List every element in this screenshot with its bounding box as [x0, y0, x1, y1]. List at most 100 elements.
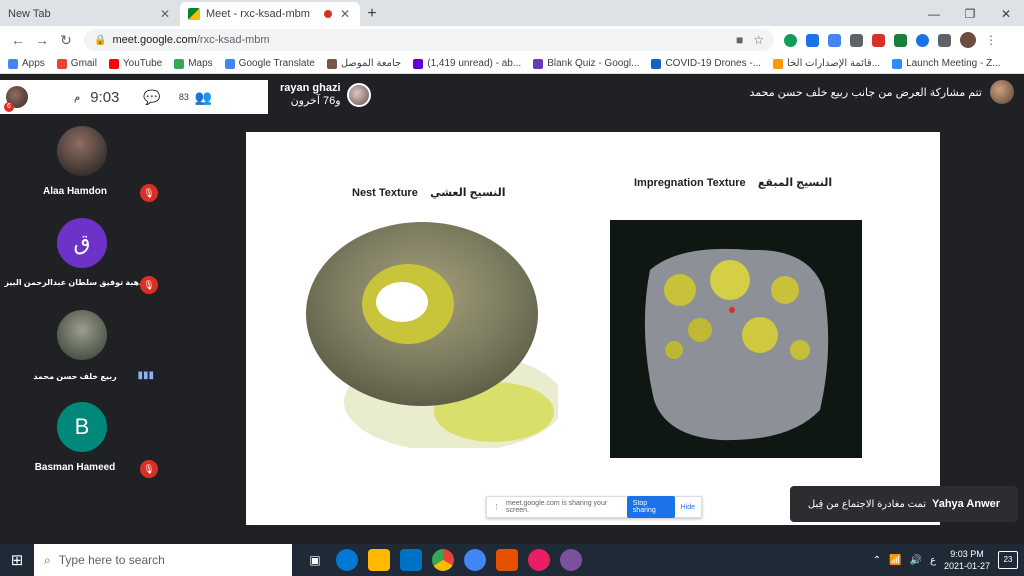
- notification-badge: 6: [4, 102, 14, 112]
- bookmark-label: قائمة الإصدارات الخا...: [787, 58, 881, 69]
- bookmark-item[interactable]: Google Translate: [224, 58, 315, 69]
- bookmark-icon: [892, 58, 903, 69]
- stop-sharing-button[interactable]: Stop sharing: [626, 496, 675, 518]
- extension-icon[interactable]: [916, 33, 929, 47]
- task-view-icon[interactable]: ▣: [304, 549, 326, 571]
- taskbar-search[interactable]: ⌕ Type here to search: [34, 544, 292, 576]
- avatar: [57, 310, 107, 360]
- hide-button[interactable]: Hide: [681, 504, 695, 511]
- presenting-banner: تتم مشاركة العرض من جانب ربيع خلف حسن مح…: [749, 80, 1014, 104]
- bookmark-label: Google Translate: [238, 58, 315, 69]
- new-tab-button[interactable]: +: [360, 2, 384, 26]
- extension-icon[interactable]: [806, 33, 819, 47]
- clock-date: 2021-01-27: [943, 561, 990, 571]
- windows-start-icon[interactable]: ⊞: [0, 551, 34, 569]
- chat-icon[interactable]: 💬: [143, 89, 160, 106]
- restore-icon[interactable]: ❐: [952, 7, 988, 21]
- app-icon[interactable]: [496, 549, 518, 571]
- notifications-icon[interactable]: 23: [998, 551, 1018, 569]
- browser-toolbar: ← → ↻ 🔒 meet.google.com/rxc-ksad-mbm ■ ☆…: [0, 26, 1024, 54]
- reload-icon[interactable]: ↻: [54, 32, 78, 49]
- bookmark-label: Gmail: [70, 58, 97, 69]
- chevron-up-icon[interactable]: ⌃: [873, 555, 881, 566]
- close-icon[interactable]: ✕: [338, 7, 352, 21]
- url-host: meet.google.com: [112, 34, 197, 46]
- bookmark-icon: [108, 58, 119, 69]
- mail-icon[interactable]: [400, 549, 422, 571]
- bookmark-item[interactable]: COVID-19 Drones -...: [651, 58, 761, 69]
- screen-share-bar: ⋮ meet.google.com is sharing your screen…: [486, 496, 702, 518]
- forward-icon[interactable]: →: [30, 32, 54, 48]
- camera-icon[interactable]: ■: [736, 33, 743, 47]
- toast-name: Yahya Anwer: [931, 498, 1001, 510]
- close-window-icon[interactable]: ✕: [988, 7, 1024, 21]
- participant-tile[interactable]: ق هبة توفيق سلطان عبدالرحمن البيز... 🎙: [0, 218, 164, 294]
- minimize-icon[interactable]: —: [916, 7, 952, 21]
- bookmark-label: Maps: [188, 58, 213, 69]
- search-icon: ⌕: [44, 552, 51, 567]
- extension-icon[interactable]: [850, 33, 863, 47]
- bookmark-item[interactable]: قائمة الإصدارات الخا...: [773, 58, 880, 69]
- address-bar[interactable]: 🔒 meet.google.com/rxc-ksad-mbm ■ ☆: [84, 29, 774, 51]
- meet-stage: تتم مشاركة العرض من جانب ربيع خلف حسن مح…: [0, 74, 1024, 544]
- docs-icon[interactable]: [828, 33, 841, 47]
- participant-name: Alaa Hamdon: [43, 186, 107, 197]
- people-count: 83: [178, 92, 189, 102]
- caption-english: Nest Texture: [352, 187, 418, 199]
- taskbar-clock[interactable]: 9:03 PM 2021-01-27: [944, 548, 990, 572]
- bookmark-icon: [8, 58, 18, 69]
- bookmark-item[interactable]: YouTube: [108, 58, 162, 69]
- close-icon[interactable]: ✕: [158, 7, 172, 21]
- app-icon[interactable]: [528, 549, 550, 571]
- lock-icon[interactable]: 🔒: [94, 35, 106, 46]
- language-indicator[interactable]: ع: [930, 555, 936, 566]
- tab-new-tab[interactable]: New Tab ✕: [0, 2, 180, 26]
- avatar[interactable]: 6: [4, 86, 28, 112]
- bookmarks-bar: Apps Gmail YouTube Maps Google Translate جامع…: [0, 54, 1024, 74]
- participant-tile[interactable]: Alaa Hamdon 🎙: [0, 126, 164, 202]
- profile-avatar[interactable]: [960, 32, 976, 48]
- star-icon[interactable]: ☆: [753, 33, 764, 47]
- menu-icon[interactable]: ⋮: [985, 33, 997, 47]
- volume-icon[interactable]: 🔊: [910, 555, 922, 566]
- meet-favicon-icon: [188, 8, 200, 20]
- tab-title: Meet - rxc-ksad-mbm: [206, 8, 310, 20]
- edge-icon[interactable]: [336, 549, 358, 571]
- avatar: B: [57, 402, 107, 452]
- store-icon[interactable]: [368, 549, 390, 571]
- bookmark-item[interactable]: جامعة الموصل: [326, 58, 401, 69]
- chrome-icon[interactable]: [432, 549, 454, 571]
- bookmark-item[interactable]: Launch Meeting - Z...: [892, 58, 1001, 69]
- url-path: /rxc-ksad-mbm: [196, 34, 270, 46]
- chrome-icon[interactable]: [464, 549, 486, 571]
- extension-icon[interactable]: [872, 33, 885, 47]
- participant-tile[interactable]: ربيع خلف حسن محمد ▮▮▮: [0, 310, 164, 381]
- network-icon[interactable]: 📶: [889, 555, 901, 566]
- bookmark-label: Apps: [22, 58, 45, 69]
- people-icon[interactable]: 👥: [195, 89, 212, 106]
- shared-slide: Nest Texture النسيج العشي Impregnation T…: [246, 132, 940, 525]
- puzzle-icon[interactable]: [938, 33, 951, 47]
- share-status-text: meet.google.com is sharing your screen.: [506, 500, 608, 514]
- presenter-avatar: [990, 80, 1014, 104]
- bookmark-item[interactable]: Blank Quiz - Googl...: [533, 58, 639, 69]
- bookmark-item[interactable]: Gmail: [56, 58, 97, 69]
- bookmark-item[interactable]: Apps: [8, 58, 45, 69]
- drag-handle-icon[interactable]: ⋮: [493, 503, 500, 511]
- bookmark-icon: [651, 58, 662, 69]
- mic-off-icon: 🎙: [140, 184, 158, 202]
- tab-meet[interactable]: Meet - rxc-ksad-mbm ✕: [180, 2, 360, 26]
- viber-icon[interactable]: [560, 549, 582, 571]
- grammarly-icon[interactable]: [784, 33, 797, 47]
- caption-arabic: النسيج العشي: [430, 187, 506, 199]
- tab-strip: New Tab ✕ Meet - rxc-ksad-mbm ✕ + — ❐ ✕: [0, 0, 1024, 26]
- slide-caption-right: Impregnation Texture النسيج المبقع: [634, 176, 832, 189]
- window-controls: — ❐ ✕: [916, 2, 1024, 26]
- tab-title: New Tab: [8, 8, 51, 20]
- bookmark-item[interactable]: Maps: [174, 58, 213, 69]
- bookmark-item[interactable]: (1,419 unread) - ab...: [413, 58, 521, 69]
- participant-tile[interactable]: B Basman Hameed 🎙: [0, 402, 164, 478]
- participant-name: Basman Hameed: [34, 462, 116, 473]
- check-icon[interactable]: [894, 33, 907, 47]
- back-icon[interactable]: ←: [6, 32, 30, 48]
